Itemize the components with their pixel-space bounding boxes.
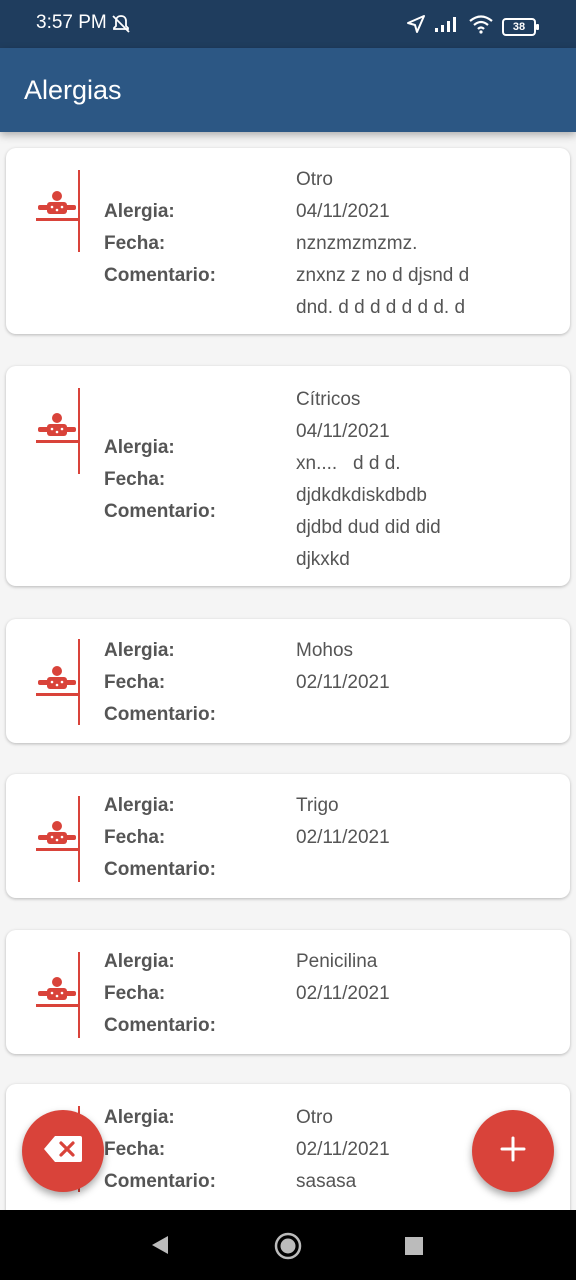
page-title: Alergias xyxy=(24,75,122,105)
allergy-label: Alergia: xyxy=(104,437,175,458)
card-divider xyxy=(78,639,80,725)
date-value: 04/11/2021 xyxy=(296,421,390,442)
plus-icon xyxy=(500,1136,526,1167)
back-icon[interactable] xyxy=(150,1234,170,1261)
home-icon[interactable] xyxy=(274,1232,302,1265)
comment-line: dnd. d d d d d d d. d xyxy=(296,297,466,318)
allergy-label: Alergia: xyxy=(104,1107,175,1128)
date-label: Fecha: xyxy=(104,672,166,693)
app-bar: Alergias xyxy=(0,48,576,132)
allergy-label: Alergia: xyxy=(104,795,175,816)
battery-icon: 38 xyxy=(502,17,539,36)
comment-line: djkxkd xyxy=(296,549,350,570)
allergy-value: Mohos xyxy=(296,640,354,661)
system-nav-bar xyxy=(0,1210,576,1280)
comment-label: Comentario: xyxy=(104,859,216,880)
card-divider xyxy=(78,952,80,1038)
status-bar: 3:57 PM 38 xyxy=(0,0,576,48)
allergy-value: Otro xyxy=(296,1107,333,1128)
allergy-label: Alergia: xyxy=(104,640,175,661)
date-label: Fecha: xyxy=(104,233,166,254)
allergy-value: Cítricos xyxy=(296,389,361,410)
date-value: 02/11/2021 xyxy=(296,983,390,1004)
date-label: Fecha: xyxy=(104,983,166,1004)
allergy-card[interactable]: Alergia: Fecha: Comentario: Otro 04/11/2… xyxy=(6,148,570,334)
allergy-label: Alergia: xyxy=(104,201,175,222)
mute-icon xyxy=(110,13,132,40)
card-divider xyxy=(78,170,80,252)
signal-icon xyxy=(434,15,460,38)
allergy-person-icon xyxy=(34,820,80,854)
date-value: 04/11/2021 xyxy=(296,201,390,222)
comment-line: nznzmzmzmz. xyxy=(296,233,418,254)
allergy-person-icon xyxy=(34,976,80,1010)
allergy-person-icon xyxy=(34,412,80,446)
wifi-icon xyxy=(468,14,494,39)
comment-label: Comentario: xyxy=(104,265,216,286)
comment-line: djdbd dud did did xyxy=(296,517,441,538)
comment-label: Comentario: xyxy=(104,1171,216,1192)
backspace-icon xyxy=(43,1135,83,1168)
date-label: Fecha: xyxy=(104,827,166,848)
allergy-person-icon xyxy=(34,190,80,224)
comment-line: djdkdkdiskdbdb xyxy=(296,485,427,506)
date-label: Fecha: xyxy=(104,469,166,490)
allergy-list[interactable]: Alergia: Fecha: Comentario: Otro 04/11/2… xyxy=(0,132,576,1210)
comment-label: Comentario: xyxy=(104,704,216,725)
allergy-label: Alergia: xyxy=(104,951,175,972)
comment-line: sasasa xyxy=(296,1171,357,1192)
allergy-value: Penicilina xyxy=(296,951,378,972)
date-label: Fecha: xyxy=(104,1139,166,1160)
status-time: 3:57 PM xyxy=(36,12,107,33)
card-divider xyxy=(78,388,80,474)
date-value: 02/11/2021 xyxy=(296,1139,390,1160)
allergy-card[interactable]: Alergia: Fecha: Comentario: Penicilina 0… xyxy=(6,930,570,1054)
allergy-value: Otro xyxy=(296,169,333,190)
location-icon xyxy=(406,14,426,39)
allergy-card[interactable]: Alergia: Fecha: Comentario: Mohos 02/11/… xyxy=(6,619,570,743)
comment-line: xn.... d d d. xyxy=(296,453,401,474)
allergy-card[interactable]: Alergia: Fecha: Comentario: Trigo 02/11/… xyxy=(6,774,570,898)
date-value: 02/11/2021 xyxy=(296,827,390,848)
allergy-card[interactable]: Alergia: Fecha: Comentario: Cítricos 04/… xyxy=(6,366,570,586)
comment-label: Comentario: xyxy=(104,501,216,522)
card-divider xyxy=(78,796,80,882)
delete-fab-button[interactable] xyxy=(22,1110,104,1192)
comment-line: znxnz z no d djsnd d xyxy=(296,265,470,286)
allergy-value: Trigo xyxy=(296,795,339,816)
add-fab-button[interactable] xyxy=(472,1110,554,1192)
comment-label: Comentario: xyxy=(104,1015,216,1036)
recents-icon[interactable] xyxy=(405,1237,423,1255)
allergy-person-icon xyxy=(34,665,80,699)
date-value: 02/11/2021 xyxy=(296,672,390,693)
